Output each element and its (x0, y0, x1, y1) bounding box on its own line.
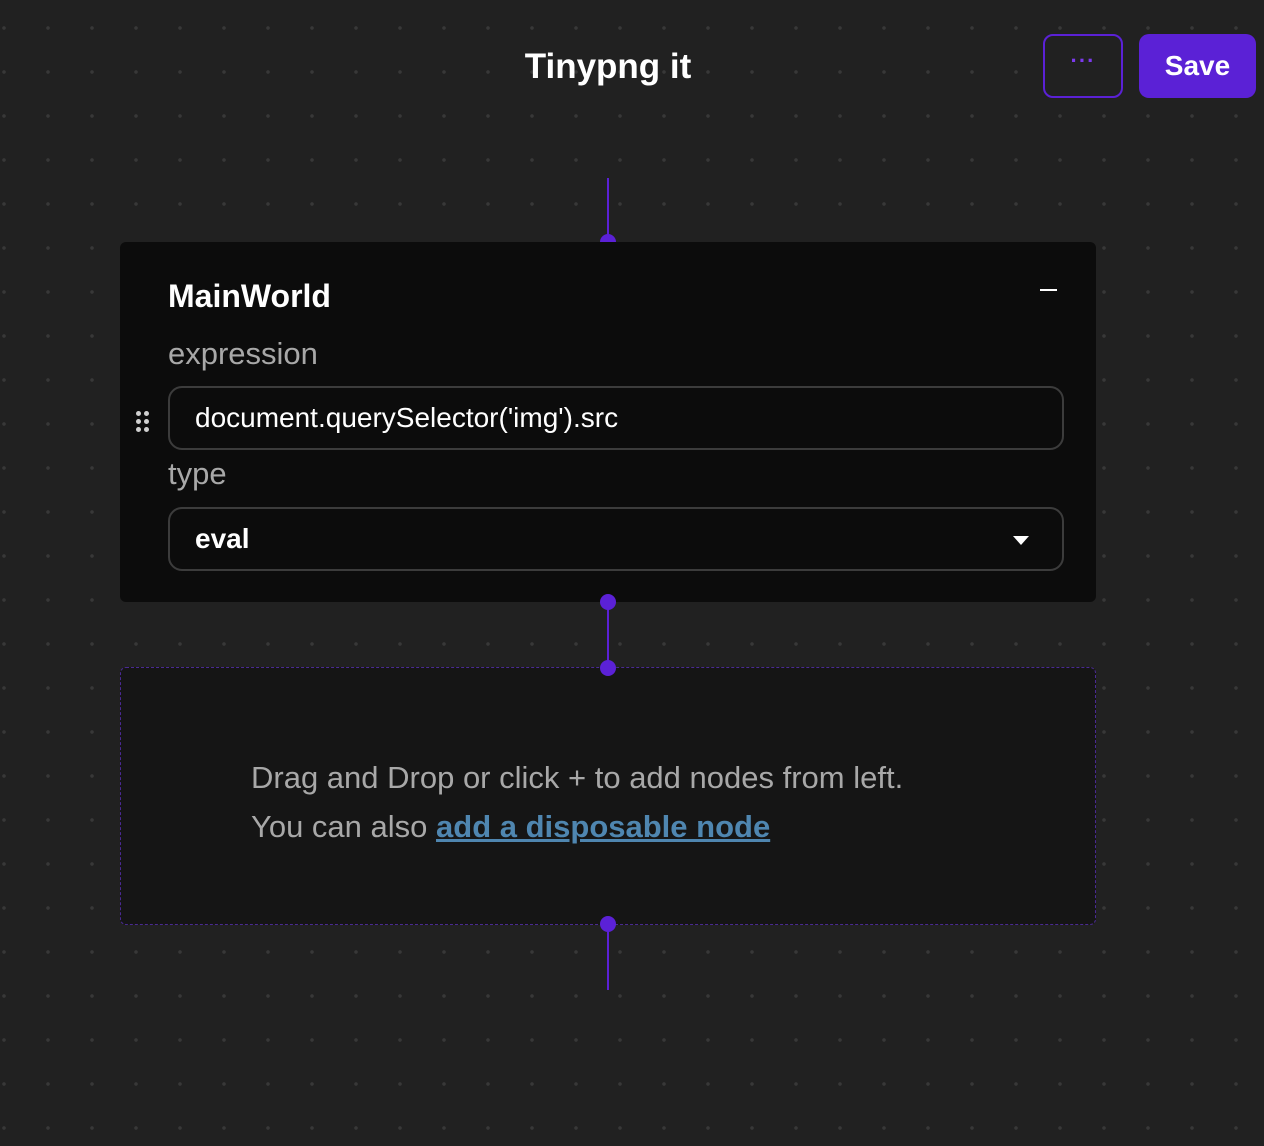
drop-zone-input-port[interactable] (600, 660, 616, 676)
save-button[interactable]: Save (1139, 34, 1256, 98)
flow-title: Tinypng it (524, 47, 692, 86)
add-disposable-node-link[interactable]: add a disposable node (436, 809, 770, 844)
caret-down-icon (1013, 536, 1029, 545)
drop-zone-line-2-prefix: You can also (251, 809, 437, 844)
drop-zone-line-2: You can also add a disposable node (251, 802, 903, 851)
node-title: MainWorld (168, 278, 331, 314)
drag-handle-icon[interactable] (134, 410, 152, 434)
connector-middle-line (607, 602, 609, 668)
expression-value: document.querySelector('img').src (195, 402, 619, 433)
expression-label: expression (168, 336, 318, 371)
type-selected-value: eval (195, 523, 250, 554)
minus-icon[interactable] (1032, 272, 1064, 304)
drop-zone-text: Drag and Drop or click + to add nodes fr… (251, 753, 903, 851)
type-select[interactable]: eval (168, 507, 1064, 571)
more-options-button[interactable]: ··· (1043, 34, 1123, 98)
node-drop-zone[interactable]: Drag and Drop or click + to add nodes fr… (120, 667, 1096, 925)
connector-bottom-line (607, 924, 609, 990)
drop-zone-line-1: Drag and Drop or click + to add nodes fr… (251, 760, 904, 795)
connector-top-line (607, 178, 609, 242)
expression-input[interactable]: document.querySelector('img').src (168, 386, 1064, 450)
ellipsis-icon: ··· (1070, 48, 1096, 73)
node-card-mainworld: MainWorld expression document.querySelec… (120, 242, 1096, 602)
type-label: type (168, 456, 227, 491)
